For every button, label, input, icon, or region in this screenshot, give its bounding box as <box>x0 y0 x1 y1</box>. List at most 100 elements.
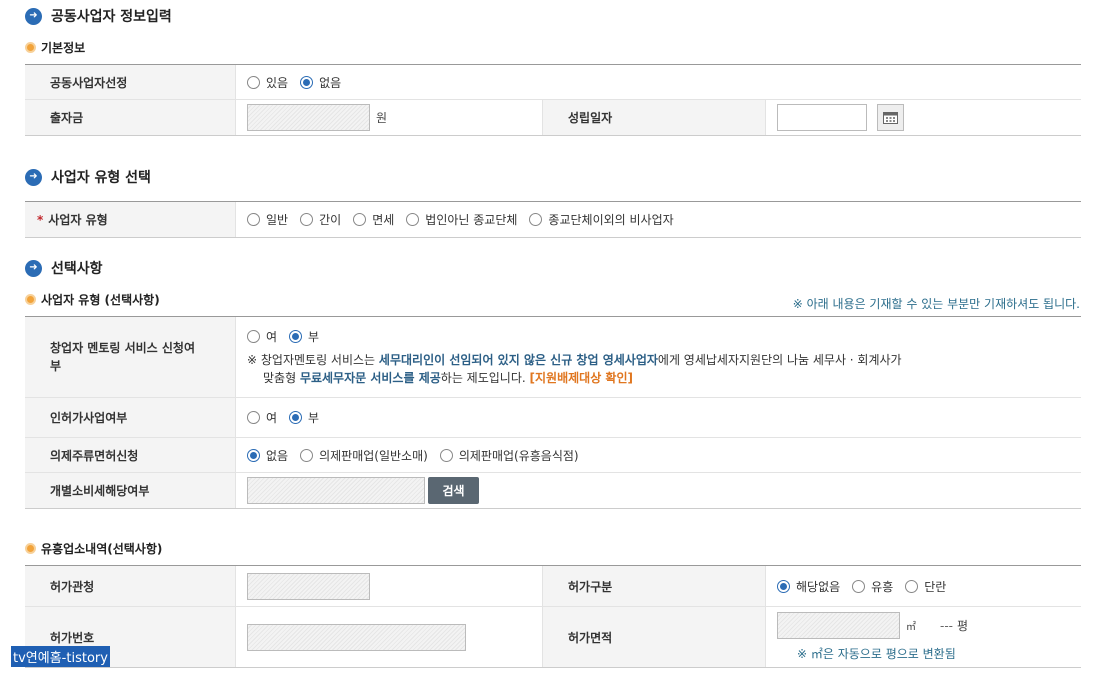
mentoring-radio-no[interactable]: 부 <box>289 328 319 345</box>
permit-type-radio-none[interactable]: 해당없음 <box>777 578 840 595</box>
mentoring-row: 창업자 멘토링 서비스 신청여부 여 부 ※ 창업자멘토링 서비스는 세무대리인… <box>25 317 1081 398</box>
biz-type-optional-title: 사업자 유형 (선택사항) <box>25 291 160 308</box>
optional-table: 창업자 멘토링 서비스 신청여부 여 부 ※ 창업자멘토링 서비스는 세무대리인… <box>25 316 1081 509</box>
biz-type-optional-title-text: 사업자 유형 (선택사항) <box>41 293 160 307</box>
liquor-radio-retail[interactable]: 의제판매업(일반소매) <box>300 447 428 464</box>
partner-select-radio-yes[interactable]: 있음 <box>247 74 288 91</box>
founding-date-label: 성립일자 <box>542 100 766 135</box>
radio-label: 없음 <box>266 448 289 463</box>
mentoring-note-service: 무료세무자문 서비스를 제공 <box>299 370 441 385</box>
permit-office-input[interactable] <box>247 572 370 600</box>
entertainment-table: 허가관청 허가구분 해당없음 유흥 단란 허가번호 허가면적 ㎡ --- 평 ※… <box>25 565 1081 668</box>
biz-type-cell: 일반 간이 면세 법인아닌 종교단체 종교단체이외의 비사업자 <box>236 202 1081 237</box>
liquor-radio-none[interactable]: 없음 <box>247 447 288 464</box>
bullet-icon <box>25 543 36 554</box>
mentoring-note-prefix: ※ 창업자멘토링 서비스는 <box>247 352 379 367</box>
radio-circle-icon <box>905 579 919 593</box>
consumption-tax-input[interactable] <box>247 477 425 504</box>
permit-office-label: 허가관청 <box>25 566 236 606</box>
permit-office-cell <box>236 566 542 606</box>
biz-type-title-text: 사업자 유형 선택 <box>51 170 151 186</box>
optional-title: ➜ 선택사항 <box>25 258 103 278</box>
mentoring-note-line2-prefix: 맞춤형 <box>263 370 300 385</box>
liquor-label: 의제주류면허신청 <box>25 438 236 472</box>
radio-label: 있음 <box>266 75 289 90</box>
radio-label: 부 <box>308 329 320 344</box>
search-button[interactable]: 검색 <box>428 477 479 504</box>
partner-select-radio-no[interactable]: 없음 <box>300 74 341 91</box>
biz-type-title: ➜ 사업자 유형 선택 <box>25 167 151 187</box>
consumption-tax-row: 개별소비세해당여부 검색 <box>25 473 1081 508</box>
radio-label: 부 <box>308 411 320 425</box>
radio-circle-icon <box>439 448 453 462</box>
liquor-radio-group: 없음 의제판매업(일반소매) 의제판매업(유흥음식점) <box>247 447 591 464</box>
basic-info-table: 공동사업자선정 있음 없음 출자금 원 성립일자 <box>25 64 1081 136</box>
capital-input[interactable] <box>247 104 370 131</box>
consumption-tax-cell: 검색 <box>236 473 1081 508</box>
biz-type-radio-exempt[interactable]: 면세 <box>353 211 394 228</box>
radio-circle-icon <box>289 411 303 424</box>
radio-circle-icon <box>289 329 303 343</box>
permit-cell: 여 부 <box>236 398 1081 437</box>
radio-label: 여 <box>266 411 278 425</box>
biz-type-radio-religious[interactable]: 법인아닌 종교단체 <box>406 211 517 228</box>
radio-label: 의제판매업(유흥음식점) <box>458 448 579 463</box>
founding-date-input[interactable] <box>777 104 867 131</box>
liquor-cell: 없음 의제판매업(일반소매) 의제판매업(유흥음식점) <box>236 438 1081 472</box>
biz-type-radio-group: 일반 간이 면세 법인아닌 종교단체 종교단체이외의 비사업자 <box>247 211 686 228</box>
radio-circle-icon <box>353 213 367 226</box>
liquor-row: 의제주류면허신청 없음 의제판매업(일반소매) 의제판매업(유흥음식점) <box>25 438 1081 473</box>
entertainment-title: 유흥업소내역(선택사항) <box>25 540 162 557</box>
biz-type-label-cell: * 사업자 유형 <box>25 202 236 237</box>
permit-radio-yes[interactable]: 여 <box>247 409 277 426</box>
permit-office-row: 허가관청 허가구분 해당없음 유흥 단란 <box>25 566 1081 607</box>
permit-type-radio-group: 해당없음 유흥 단란 <box>777 578 958 595</box>
exclusion-check-link[interactable]: [지원배제대상 확인] <box>530 371 633 385</box>
radio-circle-icon <box>247 448 260 462</box>
area-unit: ㎡ <box>906 622 916 633</box>
permit-area-input[interactable] <box>777 612 900 639</box>
capital-label: 출자금 <box>25 100 236 135</box>
permit-type-radio-entertainment[interactable]: 유흥 <box>852 578 893 595</box>
mentoring-cell: 여 부 ※ 창업자멘토링 서비스는 세무대리인이 선임되어 있지 않은 신규 창… <box>236 317 1081 397</box>
calendar-icon[interactable] <box>877 104 904 131</box>
partner-select-radio-group: 있음 없음 <box>247 74 353 91</box>
permit-area-input-group: ㎡ --- 평 <box>777 612 968 639</box>
capital-unit: 원 <box>376 111 388 125</box>
radio-circle-icon <box>300 75 314 89</box>
permit-number-row: 허가번호 허가면적 ㎡ --- 평 ※ ㎡은 자동으로 평으로 변환됨 <box>25 607 1081 667</box>
permit-type-radio-karaoke[interactable]: 단란 <box>905 578 946 595</box>
liquor-radio-entertainment[interactable]: 의제판매업(유흥음식점) <box>439 447 579 464</box>
permit-radio-group: 여 부 <box>247 409 331 426</box>
mentoring-note-suffix: 하는 제도입니다. <box>440 370 530 385</box>
partner-select-row: 공동사업자선정 있음 없음 <box>25 65 1081 100</box>
mentoring-note-line2: 맞춤형 무료세무자문 서비스를 제공하는 제도입니다. [지원배제대상 확인] <box>247 369 633 387</box>
radio-label: 일반 <box>266 213 289 227</box>
mentoring-note-mid: 에게 영세납세자지원단의 나눔 세무사 · 회계사가 <box>657 352 902 367</box>
biz-type-radio-general[interactable]: 일반 <box>247 211 288 228</box>
basic-info-title-text: 기본정보 <box>41 41 86 55</box>
radio-circle-icon <box>247 411 260 424</box>
permit-type-cell: 해당없음 유흥 단란 <box>766 566 1081 606</box>
radio-circle-icon <box>852 579 866 593</box>
capital-row: 출자금 원 성립일자 <box>25 100 1081 135</box>
optional-notice: ※ 아래 내용은 기재할 수 있는 부분만 기재하셔도 됩니다. <box>792 297 1080 311</box>
biz-type-radio-simple[interactable]: 간이 <box>300 211 341 228</box>
permit-radio-no[interactable]: 부 <box>289 409 319 426</box>
mentoring-note-target: 세무대리인이 선임되어 있지 않은 신규 창업 영세사업자 <box>378 352 658 367</box>
watermark: tv연예홈-tistory <box>11 646 110 667</box>
radio-label: 의제판매업(일반소매) <box>319 448 428 463</box>
biz-type-radio-non-business[interactable]: 종교단체이외의 비사업자 <box>529 211 674 228</box>
pyeong-unit: 평 <box>957 619 969 633</box>
mentoring-radio-yes[interactable]: 여 <box>247 328 277 345</box>
radio-label: 해당없음 <box>796 579 841 594</box>
basic-info-title: 기본정보 <box>25 39 85 56</box>
partner-select-cell: 있음 없음 <box>236 65 1081 99</box>
radio-label: 여 <box>266 329 278 344</box>
permit-area-label: 허가면적 <box>542 607 766 667</box>
permit-number-input[interactable] <box>247 623 466 651</box>
required-mark: * <box>37 212 44 227</box>
bullet-icon <box>25 294 36 305</box>
arrow-circle-icon: ➜ <box>25 168 42 186</box>
permit-row: 인허가사업여부 여 부 <box>25 398 1081 438</box>
